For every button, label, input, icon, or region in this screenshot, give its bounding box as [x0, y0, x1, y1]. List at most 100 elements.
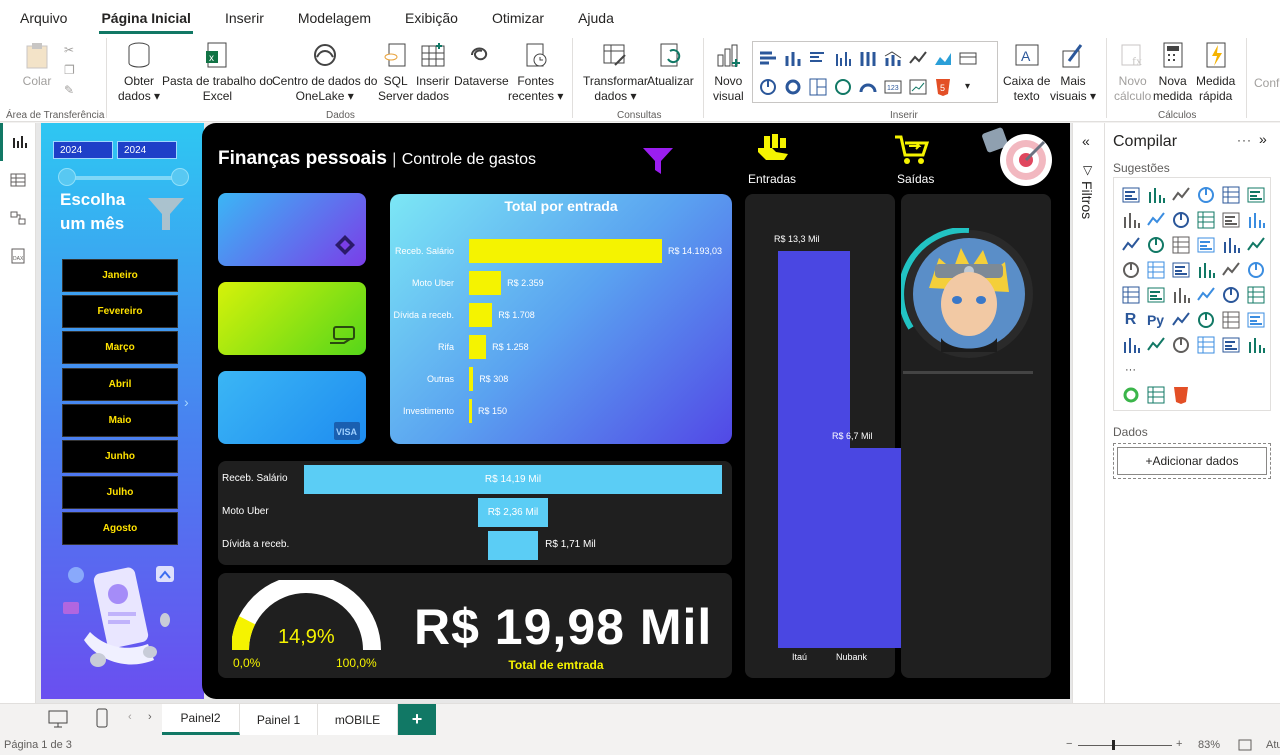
sql-server-button[interactable]: SQL Server	[378, 40, 413, 104]
recent-sources-button[interactable]: Fontes recentes ▾	[508, 40, 563, 104]
transform-data-button[interactable]: Transformar dados ▾	[583, 40, 648, 104]
insert-data-button[interactable]: Inserir dados	[416, 40, 449, 104]
azure-map-icon[interactable]	[1193, 257, 1218, 282]
narrative-icon[interactable]	[1243, 307, 1268, 332]
diamond-icon[interactable]	[1218, 332, 1243, 357]
zoom-in-icon[interactable]: +	[1176, 738, 1182, 750]
paste-button[interactable]: Colar	[22, 40, 52, 89]
menu-otimizar[interactable]: Otimizar	[480, 10, 556, 34]
chevron-icon[interactable]	[1243, 332, 1268, 357]
tab-scroll-right-icon[interactable]: ›	[148, 711, 152, 723]
column-100-icon[interactable]	[855, 43, 880, 72]
donut-icon[interactable]	[1218, 232, 1243, 257]
power-automate-icon[interactable]	[1193, 332, 1218, 357]
menu-exibicao[interactable]: Exibição	[393, 10, 470, 34]
add-data-button[interactable]: +Adicionar dados	[1113, 443, 1271, 479]
bar[interactable]	[469, 239, 662, 263]
kpi-icon[interactable]	[1168, 282, 1193, 307]
html5-icon[interactable]	[1168, 382, 1193, 407]
python-icon[interactable]: Py	[1143, 307, 1168, 332]
shape-map-icon[interactable]	[1168, 257, 1193, 282]
tab-scroll-left-icon[interactable]: ‹	[128, 711, 132, 723]
funnel-icon[interactable]	[1143, 232, 1168, 257]
month-button[interactable]: Julho	[62, 476, 178, 510]
expand-icon[interactable]: »	[1259, 131, 1267, 147]
filter-icon[interactable]	[641, 146, 675, 181]
treemap-icon[interactable]	[1243, 232, 1268, 257]
desktop-layout-icon[interactable]	[48, 710, 68, 733]
new-calculation-button[interactable]: fx Novo cálculo	[1114, 40, 1151, 104]
onelake-button[interactable]: Centro de dados do OneLake ▾	[272, 40, 377, 104]
clustered-column-icon[interactable]	[1193, 182, 1218, 207]
filters-label[interactable]: Filtros	[1079, 181, 1095, 219]
new-measure-button[interactable]: Nova medida	[1153, 40, 1192, 104]
sparkline-icon[interactable]	[1143, 382, 1168, 407]
decomposition-icon[interactable]	[1193, 307, 1218, 332]
model-view-icon[interactable]	[0, 199, 36, 237]
quick-measure-button[interactable]: Medida rápida	[1196, 40, 1235, 104]
dax-query-view-icon[interactable]: DAX	[0, 237, 36, 275]
refresh-button[interactable]: Atualizar	[647, 40, 694, 89]
total-por-entrada-chart[interactable]: Total por entrada Receb. Salário R$ 14.19…	[390, 194, 732, 444]
treemap-icon[interactable]	[805, 72, 830, 101]
menu-modelagem[interactable]: Modelagem	[286, 10, 383, 34]
year-slider-track[interactable]	[66, 176, 180, 180]
month-button[interactable]: Março	[62, 331, 178, 365]
trophy-icon[interactable]	[1118, 332, 1143, 357]
stacked-bar-icon[interactable]	[755, 43, 780, 72]
filled-map-icon[interactable]	[1143, 257, 1168, 282]
scatter-alt-icon[interactable]	[1243, 257, 1268, 282]
zoom-out-icon[interactable]: −	[1066, 738, 1072, 750]
more-options-icon[interactable]: ···	[1237, 133, 1252, 147]
slicer-icon[interactable]	[1193, 282, 1218, 307]
column-100-icon[interactable]	[1243, 182, 1268, 207]
month-button[interactable]: Agosto	[62, 512, 178, 546]
waterfall-icon[interactable]	[1118, 232, 1143, 257]
stacked-bar-icon[interactable]	[1118, 182, 1143, 207]
line-clustered-icon[interactable]	[1218, 207, 1243, 232]
bar-100-icon[interactable]	[1218, 182, 1243, 207]
bar[interactable]	[469, 271, 502, 295]
year-slider-end-handle[interactable]	[171, 168, 189, 186]
mobile-layout-icon[interactable]	[95, 708, 109, 733]
format-painter-icon[interactable]: ✎	[64, 80, 75, 100]
more-icon[interactable]: ···	[1118, 357, 1143, 382]
fit-page-icon[interactable]	[1238, 739, 1252, 754]
clustered-bar-icon[interactable]	[1168, 182, 1193, 207]
ring-icon[interactable]	[1118, 382, 1143, 407]
power-apps-icon[interactable]	[1168, 332, 1193, 357]
card-icon[interactable]	[1118, 282, 1143, 307]
bar[interactable]	[487, 531, 539, 560]
ribbon-chart-icon[interactable]	[955, 43, 980, 72]
more-visuals-button[interactable]: Mais visuais ▾	[1050, 40, 1096, 104]
dataverse-button[interactable]: Dataverse	[454, 40, 509, 89]
line-chart-icon[interactable]	[905, 43, 930, 72]
stacked-area-icon[interactable]	[1168, 207, 1193, 232]
line-icon[interactable]	[1118, 207, 1143, 232]
page-tab-mobile[interactable]: mOBILE	[318, 704, 398, 735]
new-visual-button[interactable]: Novo visual	[713, 40, 744, 104]
html5-icon[interactable]: 5	[930, 72, 955, 101]
matrix-alt-icon[interactable]	[1218, 257, 1243, 282]
bar[interactable]	[469, 367, 474, 391]
year-slider-start-handle[interactable]	[58, 168, 76, 186]
r-script-icon[interactable]: R	[1118, 307, 1143, 332]
chevron-right-icon[interactable]: ›	[184, 394, 189, 410]
gallery-expand-icon[interactable]: ▾	[955, 72, 980, 101]
clustered-column-icon[interactable]	[830, 43, 855, 72]
kpi-icon[interactable]	[905, 72, 930, 101]
year-end-input[interactable]: 2024	[117, 141, 177, 159]
report-view-icon[interactable]	[0, 123, 36, 161]
key-influencers-icon[interactable]	[1168, 307, 1193, 332]
bar[interactable]: R$ 14,19 Mil	[304, 465, 722, 494]
add-page-button[interactable]: +	[398, 704, 436, 735]
pie-chart-icon[interactable]	[755, 72, 780, 101]
bar[interactable]	[469, 303, 493, 327]
month-button[interactable]: Fevereiro	[62, 295, 178, 329]
year-start-input[interactable]: 2024	[53, 141, 113, 159]
month-button[interactable]: Abril	[62, 367, 178, 401]
donut-chart-icon[interactable]	[780, 72, 805, 101]
stacked-column-icon[interactable]	[780, 43, 805, 72]
line-column-icon[interactable]	[1193, 207, 1218, 232]
table-icon[interactable]	[1218, 282, 1243, 307]
